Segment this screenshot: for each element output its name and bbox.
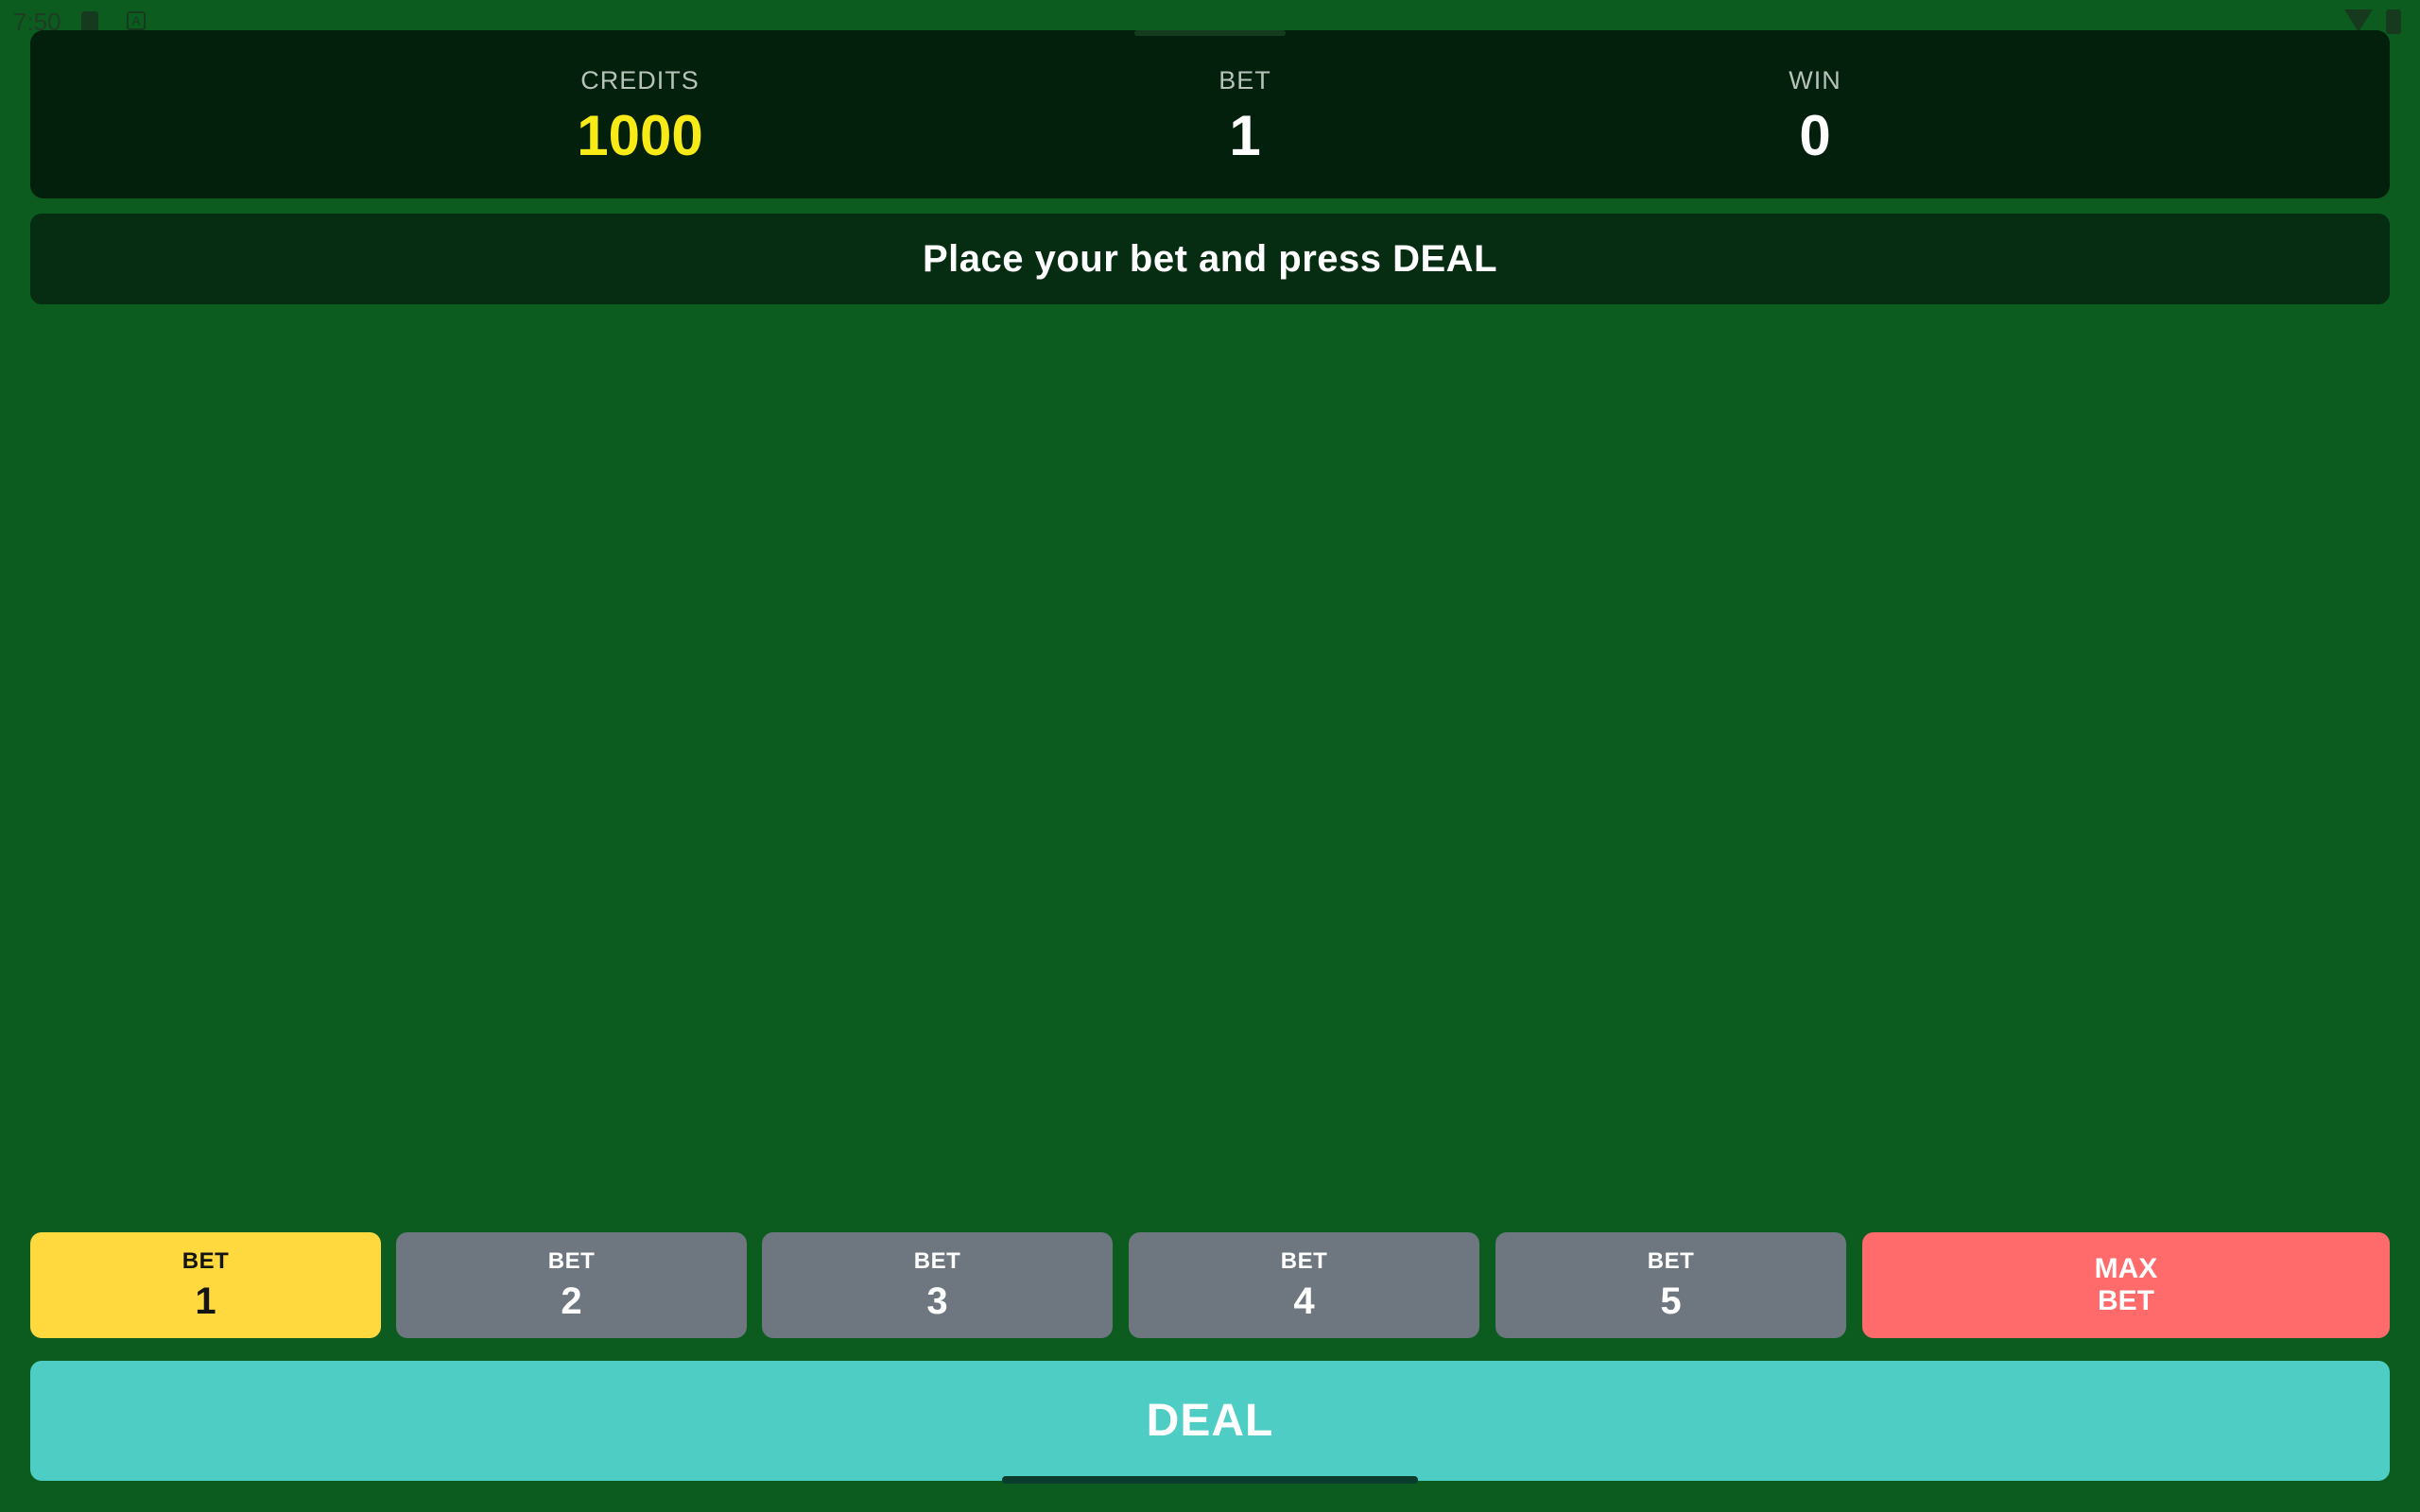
bet-label: BET — [1219, 66, 1271, 94]
bet-button-value: 5 — [1660, 1280, 1682, 1322]
video-poker-screen: 7:50 A CREDITS 1000 BET 1 WIN 0 Place yo… — [0, 0, 2420, 1512]
wifi-icon — [2344, 9, 2373, 32]
bet-button-label: BET — [1280, 1247, 1328, 1274]
deal-button[interactable]: DEAL — [30, 1361, 2390, 1481]
win-label: WIN — [1789, 66, 1841, 94]
sd-card-icon — [81, 11, 98, 32]
bet-button-value: 3 — [926, 1280, 948, 1322]
win-value: 0 — [1799, 104, 1831, 167]
bet-button-value: 2 — [561, 1280, 582, 1322]
bet-5-button[interactable]: BET 5 — [1495, 1232, 1846, 1338]
status-message: Place your bet and press DEAL — [30, 214, 2390, 304]
bet-button-value: 4 — [1293, 1280, 1315, 1322]
bet-3-button[interactable]: BET 3 — [762, 1232, 1113, 1338]
win-stat: WIN 0 — [1626, 66, 2004, 168]
bet-button-label: BET — [1647, 1247, 1695, 1274]
battery-icon — [2386, 9, 2401, 34]
max-bet-button[interactable]: MAX BET — [1862, 1232, 2390, 1338]
credits-value: 1000 — [577, 104, 703, 167]
bet-button-value: 1 — [195, 1280, 216, 1322]
stats-panel: CREDITS 1000 BET 1 WIN 0 — [30, 30, 2390, 198]
bet-stat: BET 1 — [1056, 66, 1434, 168]
home-indicator[interactable] — [1002, 1476, 1418, 1484]
max-bet-line2: BET — [2098, 1285, 2154, 1316]
keyboard-a-icon: A — [127, 11, 146, 30]
bet-1-button[interactable]: BET 1 — [30, 1232, 381, 1338]
drag-handle[interactable] — [1134, 30, 1286, 36]
bet-4-button[interactable]: BET 4 — [1129, 1232, 1479, 1338]
credits-label: CREDITS — [580, 66, 700, 94]
bet-value: 1 — [1229, 104, 1261, 167]
bet-button-label: BET — [182, 1247, 230, 1274]
max-bet-line1: MAX — [2094, 1253, 2158, 1284]
bet-button-label: BET — [913, 1247, 961, 1274]
bet-2-button[interactable]: BET 2 — [396, 1232, 747, 1338]
bet-button-label: BET — [547, 1247, 596, 1274]
credits-stat: CREDITS 1000 — [451, 66, 829, 168]
